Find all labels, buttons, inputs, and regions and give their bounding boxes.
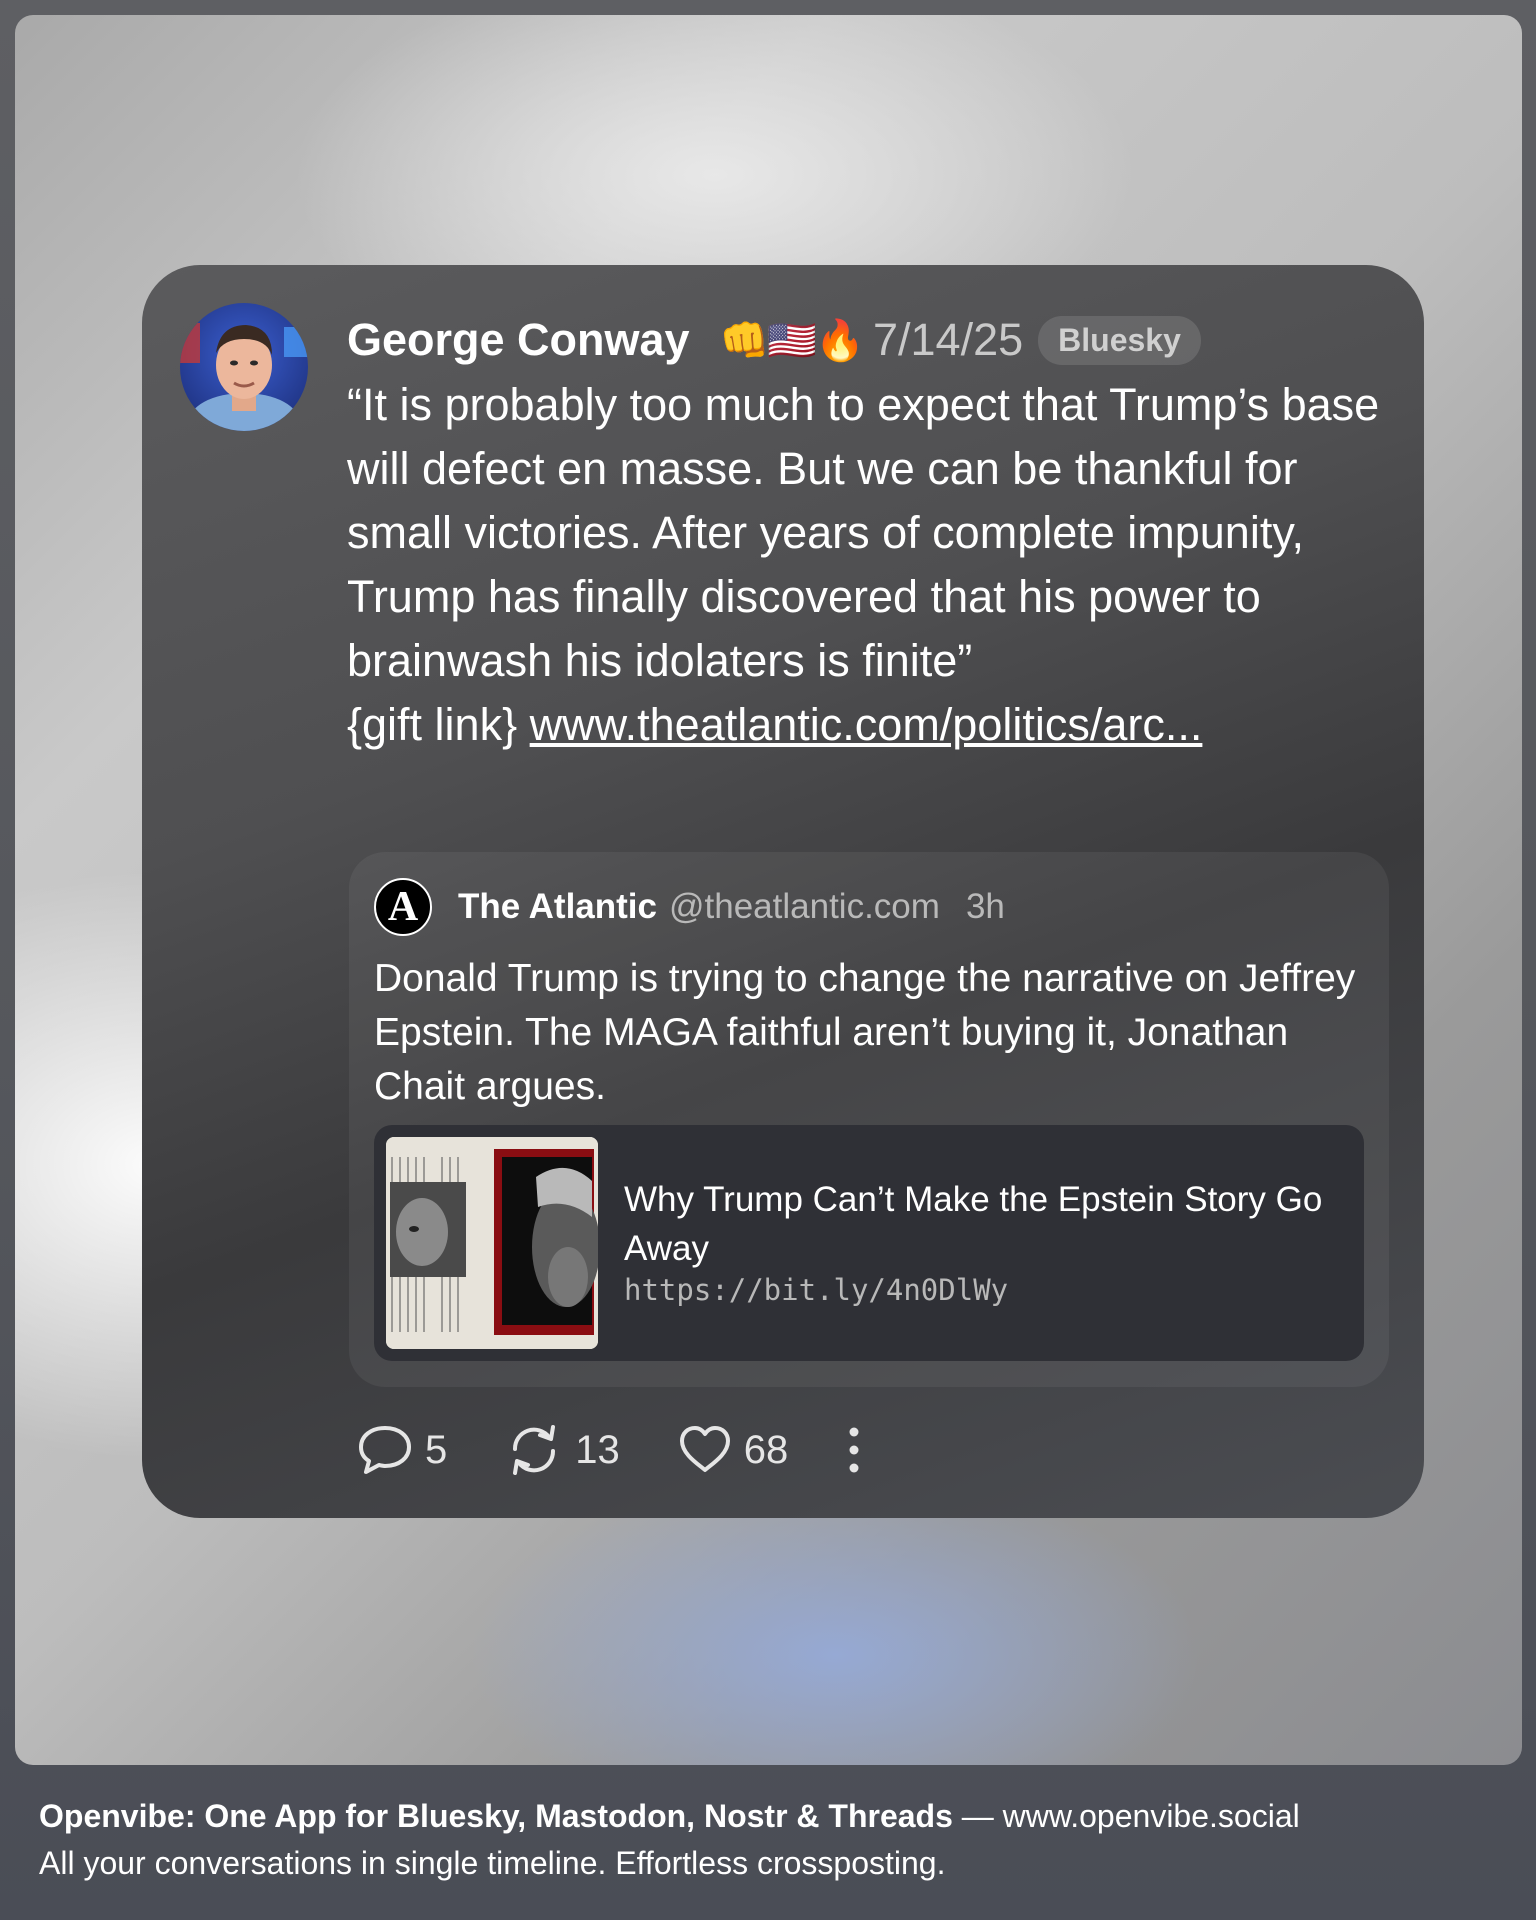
author-emojis: 👊🇺🇸🔥	[719, 318, 865, 363]
author-avatar[interactable]	[180, 303, 308, 431]
more-options-button[interactable]	[846, 1424, 862, 1476]
post-card[interactable]: George Conway 👊🇺🇸🔥 7/14/25 Bluesky “It i…	[142, 265, 1424, 1518]
post-actions: 5 13 68	[357, 1420, 862, 1480]
post-date[interactable]: 7/14/25	[873, 314, 1023, 366]
article-image-icon	[386, 1137, 598, 1349]
footer-line-1: Openvibe: One App for Bluesky, Mastodon,…	[39, 1793, 1519, 1840]
quoted-author-handle[interactable]: @theatlantic.com	[669, 887, 940, 927]
comment-icon	[359, 1426, 411, 1474]
quoted-post[interactable]: A The Atlantic @theatlantic.com 3h Donal…	[349, 852, 1389, 1387]
more-vertical-icon	[849, 1427, 859, 1473]
reply-count: 5	[425, 1427, 448, 1472]
reply-button[interactable]: 5	[357, 1424, 447, 1476]
post-text-content: “It is probably too much to expect that …	[347, 379, 1380, 686]
article-link[interactable]: www.theatlantic.com/politics/arc...	[530, 699, 1203, 750]
repost-icon	[513, 1425, 556, 1475]
network-badge: Bluesky	[1038, 315, 1201, 365]
gift-link-prefix: {gift link}	[347, 699, 518, 750]
user-photo-icon	[180, 303, 308, 431]
footer-brand: Openvibe: One App for Bluesky, Mastodon,…	[39, 1798, 953, 1834]
link-preview-title[interactable]: Why Trump Can’t Make the Epstein Story G…	[624, 1175, 1344, 1273]
link-preview-url[interactable]: https://bit.ly/4n0DlWy	[624, 1273, 1008, 1307]
repost-count: 13	[575, 1427, 620, 1472]
post-text: “It is probably too much to expect that …	[347, 373, 1407, 757]
repost-button[interactable]: 13	[505, 1423, 620, 1477]
heart-icon	[679, 1426, 730, 1472]
like-button[interactable]: 68	[678, 1425, 789, 1475]
quoted-post-text: Donald Trump is trying to change the nar…	[374, 957, 1356, 1108]
quoted-post-header: A The Atlantic @theatlantic.com 3h	[374, 877, 1005, 937]
quote-avatar-letter: A	[387, 884, 419, 930]
footer-tagline: All your conversations in single timelin…	[39, 1845, 946, 1881]
footer: Openvibe: One App for Bluesky, Mastodon,…	[39, 1793, 1519, 1887]
link-preview-card[interactable]: Why Trump Can’t Make the Epstein Story G…	[374, 1125, 1364, 1361]
link-preview-thumbnail	[386, 1137, 598, 1349]
post-header: George Conway 👊🇺🇸🔥 7/14/25 Bluesky	[347, 305, 1201, 375]
the-atlantic-logo-icon[interactable]: A	[374, 878, 432, 936]
author-name[interactable]: George Conway	[347, 314, 690, 366]
quoted-author-name[interactable]: The Atlantic	[458, 887, 657, 927]
footer-site[interactable]: — www.openvibe.social	[953, 1798, 1300, 1834]
background-frame: George Conway 👊🇺🇸🔥 7/14/25 Bluesky “It i…	[15, 15, 1522, 1765]
quoted-post-time: 3h	[965, 887, 1005, 926]
like-count: 68	[743, 1427, 789, 1472]
